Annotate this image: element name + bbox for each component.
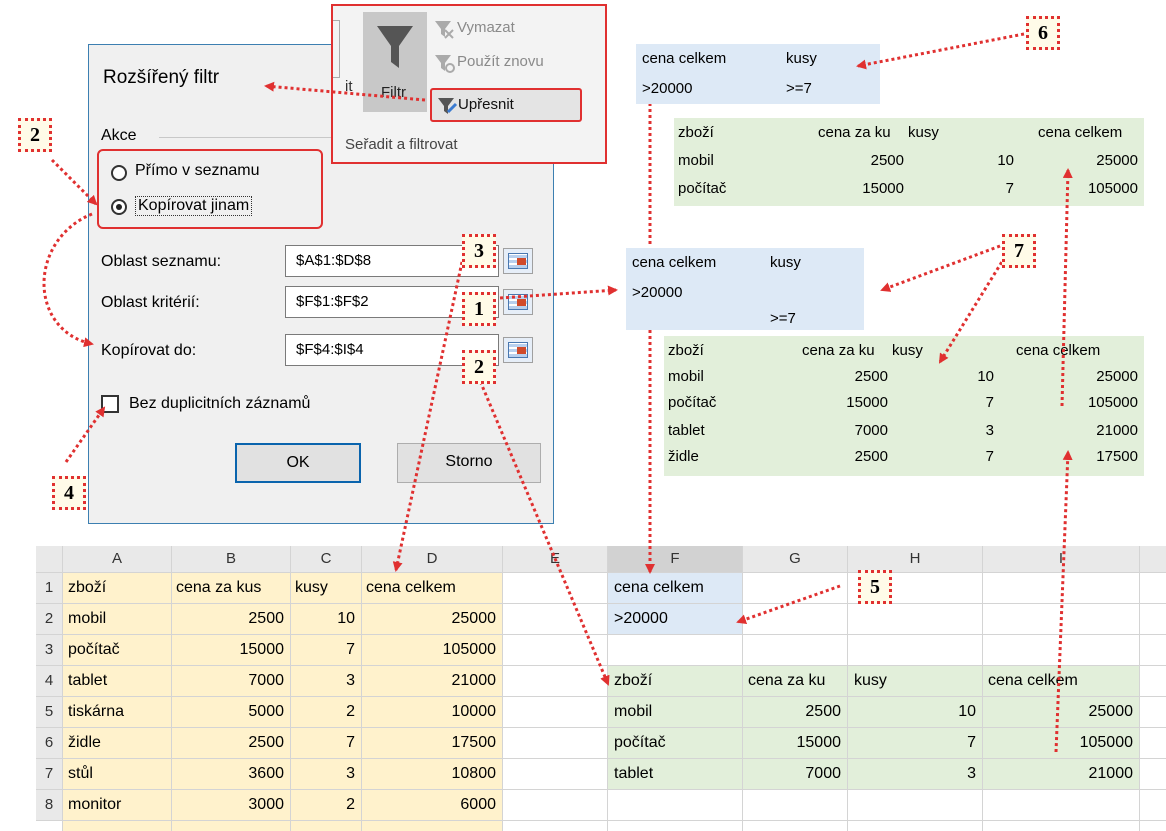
arrow-radio-to-copyto — [42, 212, 94, 348]
badge-7: 7 — [1002, 234, 1036, 268]
badge-1: 1 — [462, 292, 496, 326]
arrow-2-to-output — [476, 375, 610, 686]
annotation-arrows — [42, 32, 1073, 753]
badge-5: 5 — [858, 570, 892, 604]
arrow-7-to-criteria — [880, 244, 1001, 292]
arrow-compare-up — [1060, 168, 1073, 407]
arrow-upresnit-to-dialog — [264, 81, 426, 102]
badge-6: 6 — [1026, 16, 1060, 50]
arrow-4-to-checkbox — [64, 406, 106, 463]
arrow-7-to-kusy — [938, 251, 1010, 364]
arrow-2-to-radio — [50, 158, 98, 206]
badge-3: 3 — [462, 234, 496, 268]
badge-2-bottom: 2 — [462, 350, 496, 384]
arrow-6-to-criteria — [856, 32, 1025, 70]
arrow-compare-output — [1054, 450, 1073, 753]
arrow-3-to-data — [392, 261, 464, 572]
arrow-5-to-criteria — [736, 584, 841, 625]
arrow-1-to-criteria — [499, 285, 618, 300]
badge-2-top: 2 — [18, 118, 52, 152]
badge-4: 4 — [52, 476, 86, 510]
